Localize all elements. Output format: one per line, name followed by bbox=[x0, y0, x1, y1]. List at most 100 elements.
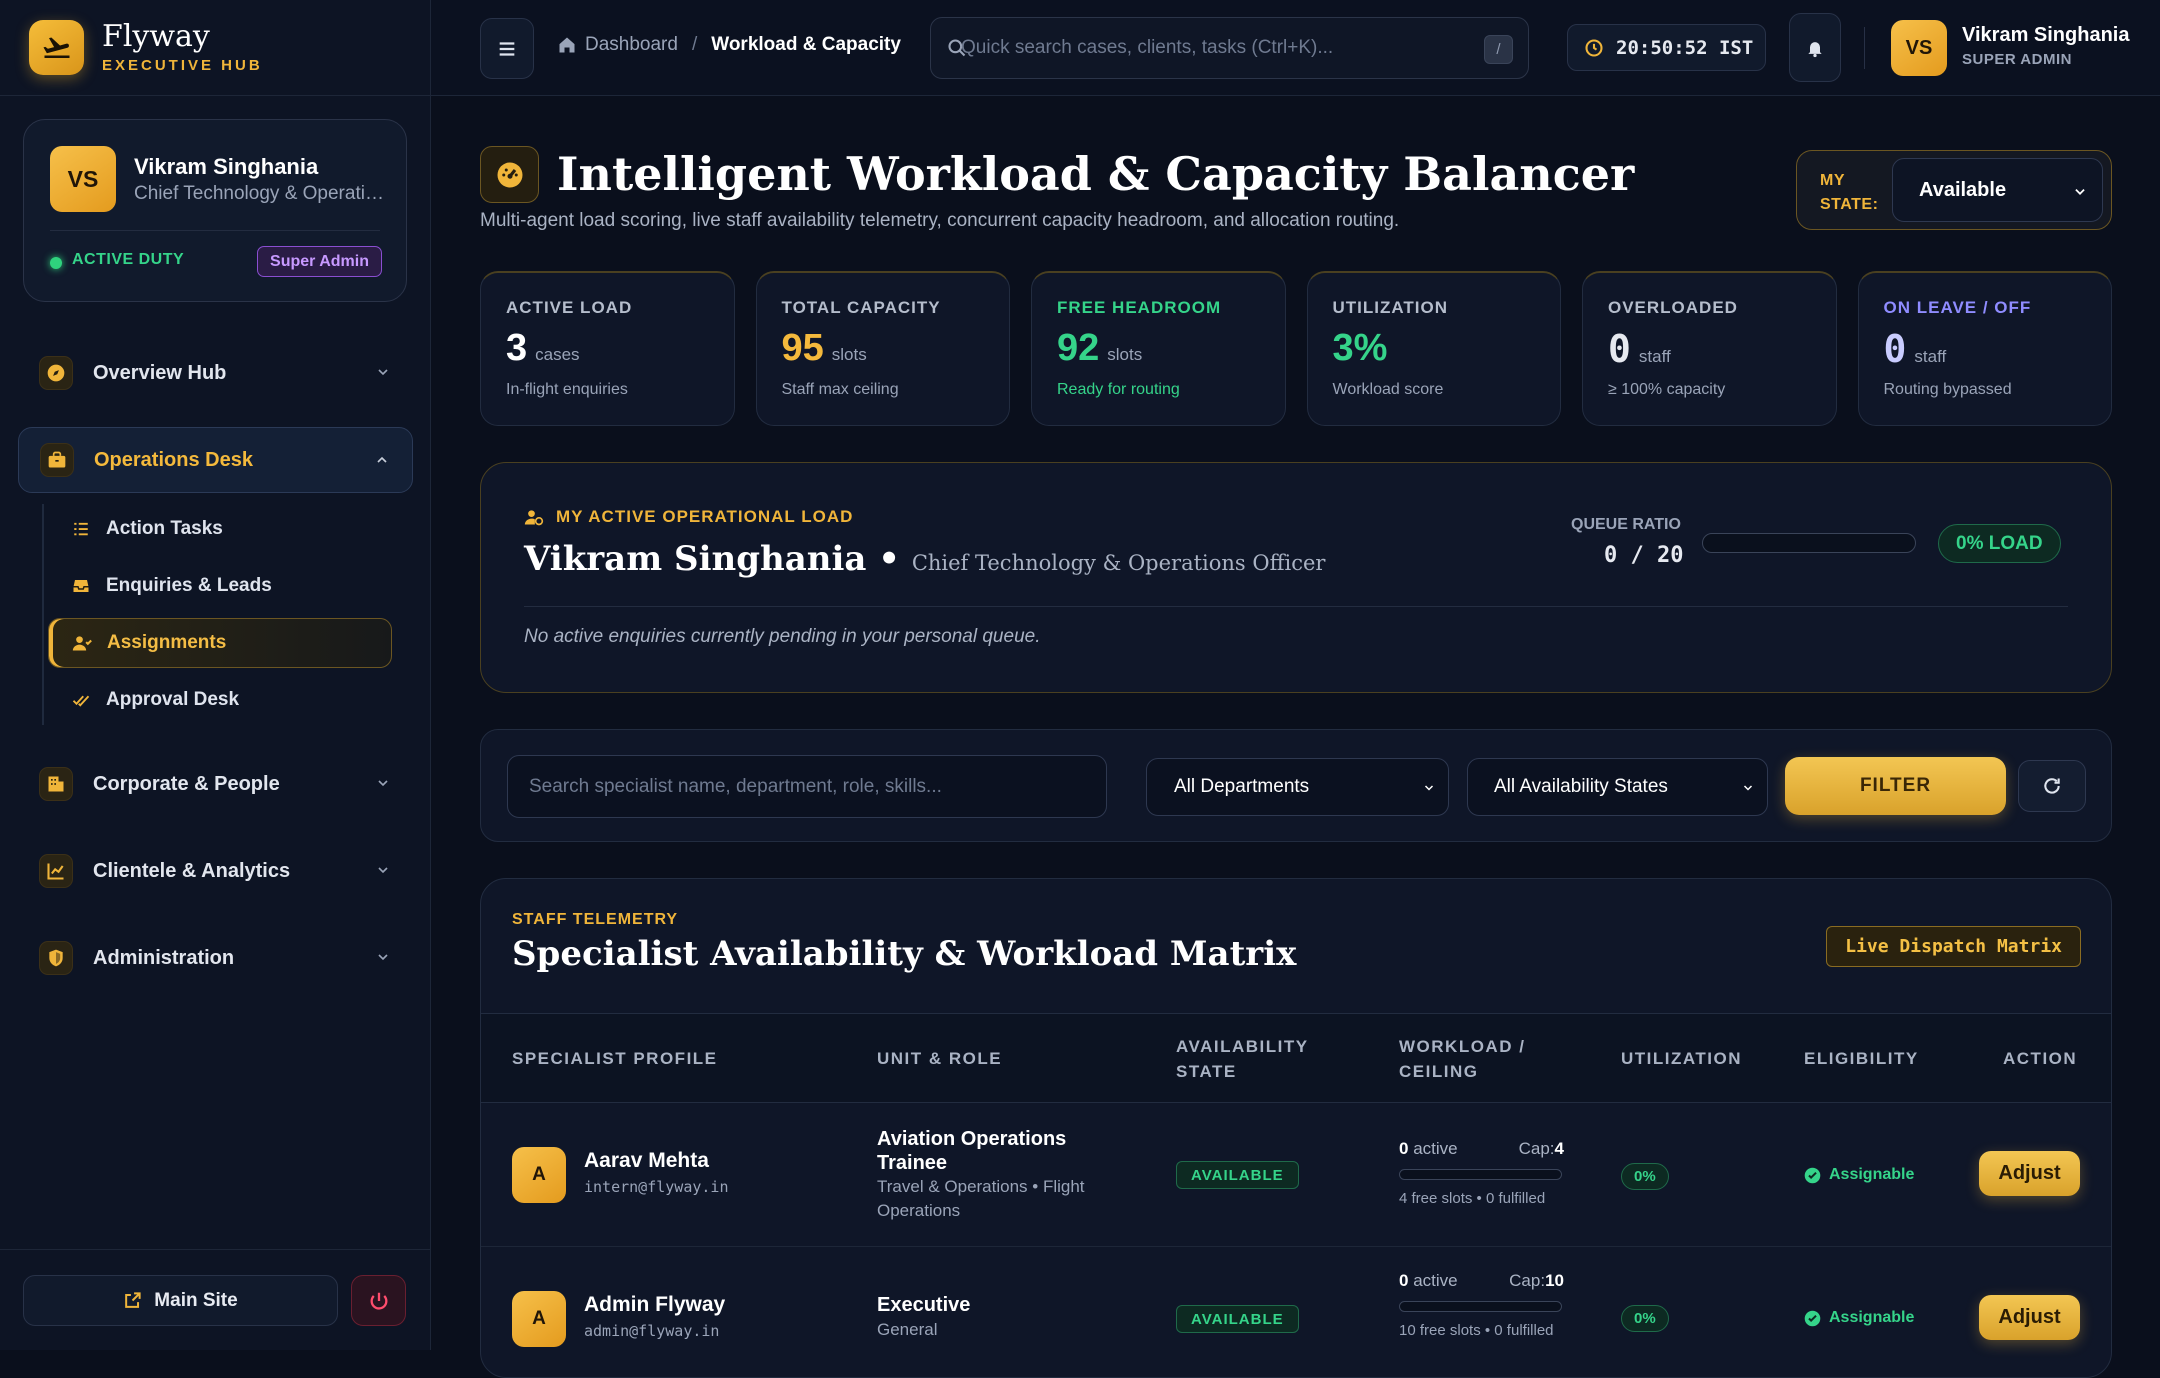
user-avatar[interactable]: VS bbox=[1891, 20, 1947, 76]
bell-icon bbox=[1808, 41, 1822, 57]
kpi-value: 95 bbox=[781, 327, 824, 369]
specialist-name: Admin Flyway bbox=[584, 1293, 726, 1316]
specialist-email: admin@flyway.in bbox=[584, 1322, 720, 1340]
queue-progress-bar bbox=[1702, 533, 1916, 553]
my-state-value: Available bbox=[1919, 178, 2007, 201]
topbar: Dashboard / Workload & Capacity / 20:50:… bbox=[431, 0, 2160, 96]
workload-bar bbox=[1399, 1169, 1562, 1180]
sidebar-item-action-tasks[interactable]: Action Tasks bbox=[48, 504, 392, 554]
department-select[interactable]: All Departments bbox=[1146, 758, 1449, 816]
clock-time: 20:50:52 IST bbox=[1616, 36, 1754, 59]
avatar: A bbox=[512, 1147, 566, 1203]
main-site-button[interactable]: Main Site bbox=[23, 1275, 338, 1326]
availability-select[interactable]: All Availability States bbox=[1467, 758, 1768, 816]
refresh-icon bbox=[2044, 778, 2060, 794]
active-label: active bbox=[1413, 1271, 1458, 1290]
active-count: 0 bbox=[1399, 1139, 1409, 1158]
operations-submenu: Action Tasks Enquiries & Leads Assignmen… bbox=[42, 504, 431, 725]
kpi-value: 92 bbox=[1057, 327, 1100, 369]
breadcrumb-current: Workload & Capacity bbox=[711, 34, 901, 55]
column-header: STATE bbox=[1176, 1062, 1237, 1081]
adjust-button[interactable]: Adjust bbox=[1979, 1151, 2080, 1196]
active-count: 0 bbox=[1399, 1271, 1409, 1290]
refresh-button[interactable] bbox=[2018, 760, 2086, 812]
capacity-wrap: Cap:10 bbox=[1509, 1271, 1564, 1291]
active-label: active bbox=[1413, 1139, 1458, 1158]
table-row: A Aarav Mehta intern@flyway.in Aviation … bbox=[481, 1103, 2111, 1247]
kpi-active-load: ACTIVE LOAD 3 cases In-flight enquiries bbox=[480, 271, 735, 426]
hamburger-icon bbox=[499, 41, 515, 56]
compass-icon bbox=[39, 356, 73, 390]
nav-label: Clientele & Analytics bbox=[93, 859, 291, 882]
menu-toggle-button[interactable] bbox=[480, 18, 534, 79]
nav-group-clientele[interactable]: Clientele & Analytics bbox=[18, 838, 413, 904]
chevron-down-icon bbox=[378, 369, 388, 376]
search-input[interactable] bbox=[931, 18, 1528, 78]
chart-icon bbox=[39, 854, 73, 888]
nav-group-administration[interactable]: Administration bbox=[18, 925, 413, 991]
sidebar-item-assignments[interactable]: Assignments bbox=[48, 618, 392, 668]
profile-name: Vikram Singhania bbox=[134, 154, 319, 179]
matrix-kicker: STAFF TELEMETRY bbox=[512, 911, 679, 928]
nav-group-overview[interactable]: Overview Hub bbox=[18, 340, 413, 406]
avatar: VS bbox=[50, 146, 116, 212]
sidebar-item-enquiries[interactable]: Enquiries & Leads bbox=[48, 561, 392, 611]
queue-ratio-label: QUEUE RATIO bbox=[1571, 516, 1681, 533]
kpi-desc: ≥ 100% capacity bbox=[1608, 381, 1726, 398]
cap-label: Cap: bbox=[1518, 1139, 1555, 1158]
my-state-label-line1: MY bbox=[1820, 172, 1845, 189]
gauge-icon bbox=[480, 146, 539, 203]
capacity-wrap: Cap:4 bbox=[1519, 1139, 1564, 1159]
workload-bar bbox=[1399, 1301, 1562, 1312]
cap-value: 4 bbox=[1554, 1139, 1564, 1158]
capacity-note: 4 free slots • 0 fulfilled bbox=[1399, 1190, 1546, 1207]
column-header: WORKLOAD / bbox=[1399, 1037, 1526, 1056]
brand[interactable]: Flyway EXECUTIVE HUB bbox=[0, 0, 430, 96]
kpi-total-capacity: TOTAL CAPACITY 95 slots Staff max ceiling bbox=[755, 271, 1010, 426]
cap-value: 10 bbox=[1545, 1271, 1564, 1290]
kpi-label: OVERLOADED bbox=[1608, 298, 1738, 317]
brand-name: Flyway bbox=[102, 19, 210, 54]
kpi-unit: staff bbox=[1914, 347, 1947, 366]
nav-group-corporate[interactable]: Corporate & People bbox=[18, 751, 413, 817]
unit-role: Aviation Operations Trainee bbox=[877, 1128, 1067, 1174]
kpi-desc: Workload score bbox=[1332, 381, 1444, 398]
availability-badge: AVAILABLE bbox=[1176, 1161, 1299, 1189]
logout-button[interactable] bbox=[351, 1275, 406, 1326]
kpi-value: 0 bbox=[1883, 327, 1907, 371]
notifications-button[interactable] bbox=[1789, 13, 1841, 82]
kpi-on-leave: ON LEAVE / OFF 0 staff Routing bypassed bbox=[1857, 271, 2112, 426]
workload-summary: 0 active Cap:4 bbox=[1399, 1139, 1564, 1159]
kpi-value: 3% bbox=[1332, 327, 1388, 369]
sidebar-item-label: Assignments bbox=[107, 632, 227, 653]
breadcrumb-home[interactable]: Dashboard bbox=[585, 34, 678, 56]
breadcrumb-separator: / bbox=[691, 34, 698, 55]
my-load-kicker-text: MY ACTIVE OPERATIONAL LOAD bbox=[556, 507, 854, 526]
kpi-overloaded: OVERLOADED 0 staff ≥ 100% capacity bbox=[1582, 271, 1837, 426]
profile-role: Chief Technology & Operations Officer bbox=[134, 183, 389, 204]
home-icon bbox=[559, 37, 575, 53]
specialist-name: Aarav Mehta bbox=[584, 1149, 709, 1172]
my-state-control: MY STATE: Available bbox=[1796, 150, 2112, 230]
my-load-role: Chief Technology & Operations Officer bbox=[911, 551, 1326, 575]
divider bbox=[524, 606, 2068, 607]
filter-button[interactable]: FILTER bbox=[1785, 757, 2006, 815]
column-header: SPECIALIST PROFILE bbox=[512, 1049, 718, 1068]
my-load-name: Vikram Singhania bbox=[524, 539, 867, 579]
search-shortcut-key: / bbox=[1484, 35, 1513, 64]
chevron-down-icon bbox=[1424, 785, 1434, 791]
nav-label: Corporate & People bbox=[93, 772, 280, 795]
specialist-search-input[interactable] bbox=[508, 756, 1106, 817]
eligibility-label: Assignable bbox=[1829, 1309, 1915, 1326]
unit-department: General bbox=[877, 1320, 938, 1339]
nav-label: Overview Hub bbox=[93, 361, 227, 384]
sidebar-item-approval-desk[interactable]: Approval Desk bbox=[48, 675, 392, 725]
my-state-select[interactable]: Available bbox=[1892, 158, 2103, 222]
utilization-badge: 0% bbox=[1621, 1163, 1669, 1190]
nav-label: Operations Desk bbox=[94, 448, 253, 471]
kpi-unit: slots bbox=[831, 345, 867, 364]
kpi-desc: Ready for routing bbox=[1057, 381, 1180, 398]
user-assign-icon bbox=[71, 633, 93, 653]
nav-group-operations[interactable]: Operations Desk bbox=[18, 427, 413, 493]
adjust-button[interactable]: Adjust bbox=[1979, 1295, 2080, 1340]
